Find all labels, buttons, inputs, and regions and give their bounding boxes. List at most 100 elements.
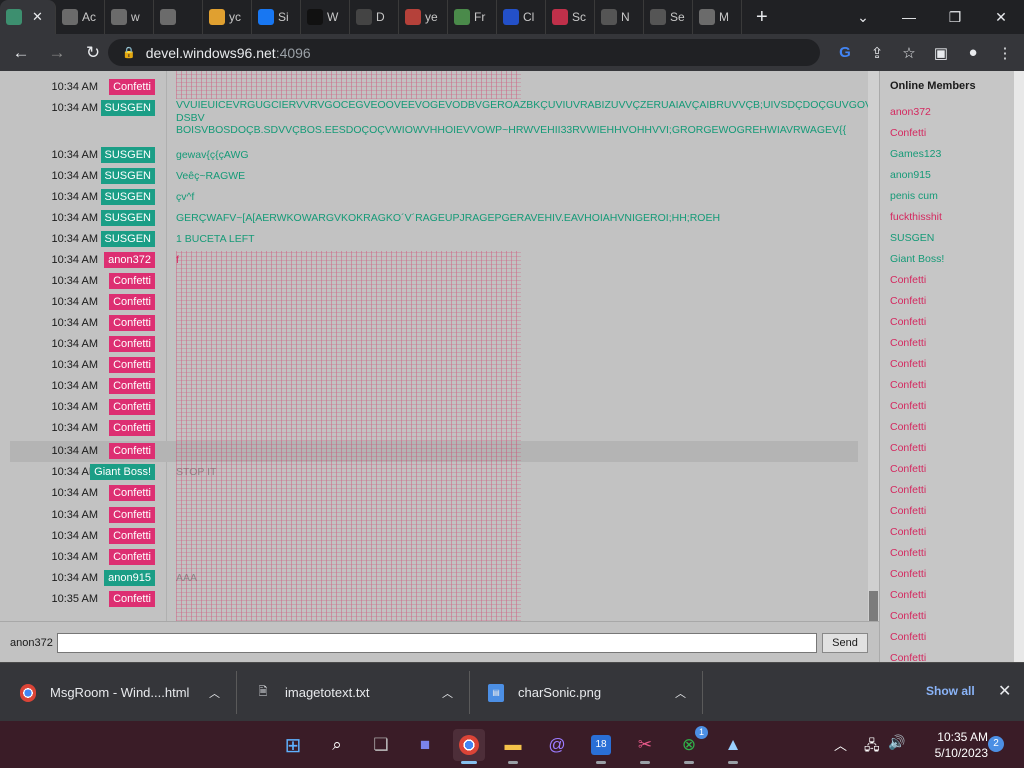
member-item[interactable]: Confetti [880,522,1014,543]
message-username-badge[interactable]: Confetti [109,378,155,394]
profile-avatar-icon[interactable]: ● [964,44,982,61]
member-item[interactable]: Confetti [880,459,1014,480]
show-all-downloads-link[interactable]: Show all [926,684,975,698]
google-icon[interactable]: G [836,44,854,61]
message-username-badge[interactable]: Confetti [109,273,155,289]
member-item[interactable]: Confetti [880,606,1014,627]
browser-tab[interactable]: Sc [546,0,595,34]
chat-scroll-thumb[interactable] [869,591,878,621]
member-item[interactable]: Confetti [880,375,1014,396]
message-username-badge[interactable]: Confetti [109,549,155,565]
side-panel-icon[interactable]: ▣ [932,44,950,62]
browser-tab[interactable]: ye [399,0,448,34]
browser-tab[interactable]: ✕ [0,0,56,34]
message-username-badge[interactable]: Confetti [109,357,155,373]
message-username-badge[interactable]: Confetti [109,443,155,459]
member-item[interactable]: Confetti [880,438,1014,459]
chat-scrollbar[interactable] [868,71,879,621]
taskbar-photos[interactable]: ▲ [717,729,749,764]
tab-search-icon[interactable]: ⌄ [840,9,886,26]
message-username-badge[interactable]: Confetti [109,294,155,310]
message-input[interactable] [57,633,817,653]
member-item[interactable]: anon915 [880,165,1014,186]
message-username-badge[interactable]: SUSGEN [100,210,155,226]
member-item[interactable]: Confetti [880,648,1014,662]
browser-tab[interactable]: M [693,0,742,34]
notification-badge[interactable]: 2 [988,736,1004,752]
member-item[interactable]: Confetti [880,585,1014,606]
message-username-badge[interactable]: Confetti [109,507,155,523]
member-item[interactable]: Confetti [880,333,1014,354]
taskbar-mail[interactable]: @ [541,729,573,761]
chevron-up-icon[interactable]: ︿ [675,685,686,701]
message-username-badge[interactable]: Giant Boss! [90,464,155,480]
chevron-up-icon[interactable]: ︿ [442,685,453,701]
message-username-badge[interactable]: SUSGEN [100,168,155,184]
member-item[interactable]: Confetti [880,564,1014,585]
browser-tab[interactable]: Fr [448,0,497,34]
member-item[interactable]: Confetti [880,312,1014,333]
start-button[interactable]: ⊞ [277,729,309,761]
message-username-badge[interactable]: SUSGEN [100,147,155,163]
close-downloads-icon[interactable]: ✕ [998,681,1011,701]
member-item[interactable]: penis cum [880,186,1014,207]
reload-button[interactable]: ↻ [78,43,108,63]
browser-tab[interactable]: Se [644,0,693,34]
maximize-button[interactable]: ❐ [932,9,978,26]
message-username-badge[interactable]: anon915 [104,570,155,586]
chat-log[interactable]: 10:34 AM Confetti 10:34 AM SUSGEN VVUIEUICEV… [0,71,868,621]
message-username-badge[interactable]: Confetti [109,79,155,95]
taskbar-task-view[interactable]: ❏ [365,729,397,761]
message-username-badge[interactable]: Confetti [109,420,155,436]
browser-tab[interactable]: W [301,0,350,34]
chevron-up-icon[interactable]: ︿ [209,685,220,701]
volume-icon[interactable]: 🔊 [888,734,905,751]
member-item[interactable]: Confetti [880,396,1014,417]
new-tab-button[interactable]: + [756,6,768,29]
member-item[interactable]: Confetti [880,501,1014,522]
message-username-badge[interactable]: Confetti [109,528,155,544]
browser-tab[interactable]: yc [203,0,252,34]
download-item[interactable]: 🗎 imagetotext.txt ︿ [255,663,453,722]
lock-icon[interactable]: 🔒 [122,46,136,59]
taskbar-calendar[interactable]: 18 [585,729,617,764]
network-icon[interactable]: 🖧 [864,735,880,759]
member-item[interactable]: Confetti [880,627,1014,648]
bookmark-star-icon[interactable]: ☆ [900,44,918,62]
browser-tab[interactable]: Si [252,0,301,34]
clock[interactable]: 10:35 AM 5/10/2023 [916,729,988,761]
taskbar-teams[interactable]: ■ [409,729,441,761]
member-item[interactable]: SUSGEN [880,228,1014,249]
forward-button[interactable]: → [42,43,72,63]
download-item[interactable]: MsgRoom - Wind....html ︿ [20,663,220,722]
taskbar-search[interactable]: ⌕ [321,729,353,761]
member-item[interactable]: Giant Boss! [880,249,1014,270]
browser-tab[interactable] [154,0,203,34]
message-username-badge[interactable]: anon372 [104,252,155,268]
message-username-badge[interactable]: Confetti [109,591,155,607]
back-button[interactable]: ← [6,43,36,63]
message-username-badge[interactable]: SUSGEN [100,189,155,205]
message-username-badge[interactable]: Confetti [109,485,155,501]
browser-tab[interactable]: N [595,0,644,34]
message-username-badge[interactable]: SUSGEN [100,100,155,116]
member-item[interactable]: Confetti [880,291,1014,312]
taskbar-xbox[interactable]: ⊗ 1 [673,726,708,764]
taskbar-chrome[interactable] [453,729,485,764]
browser-tab[interactable]: Cl [497,0,546,34]
member-item[interactable]: anon372 [880,102,1014,123]
member-item[interactable]: Games123 [880,144,1014,165]
message-username-badge[interactable]: SUSGEN [100,231,155,247]
menu-kebab-icon[interactable]: ⋮ [996,44,1014,62]
message-username-badge[interactable]: Confetti [109,399,155,415]
page-scrollbar[interactable] [1014,71,1024,662]
send-button[interactable]: Send [822,633,868,653]
browser-tab[interactable]: D [350,0,399,34]
share-icon[interactable]: ⇪ [868,44,886,62]
member-item[interactable]: Confetti [880,354,1014,375]
member-item[interactable]: Confetti [880,480,1014,501]
member-item[interactable]: fuckthisshit [880,207,1014,228]
address-bar[interactable]: 🔒 devel.windows96.net:4096 [108,39,820,66]
member-item[interactable]: Confetti [880,543,1014,564]
close-tab-icon[interactable]: ✕ [32,9,43,25]
